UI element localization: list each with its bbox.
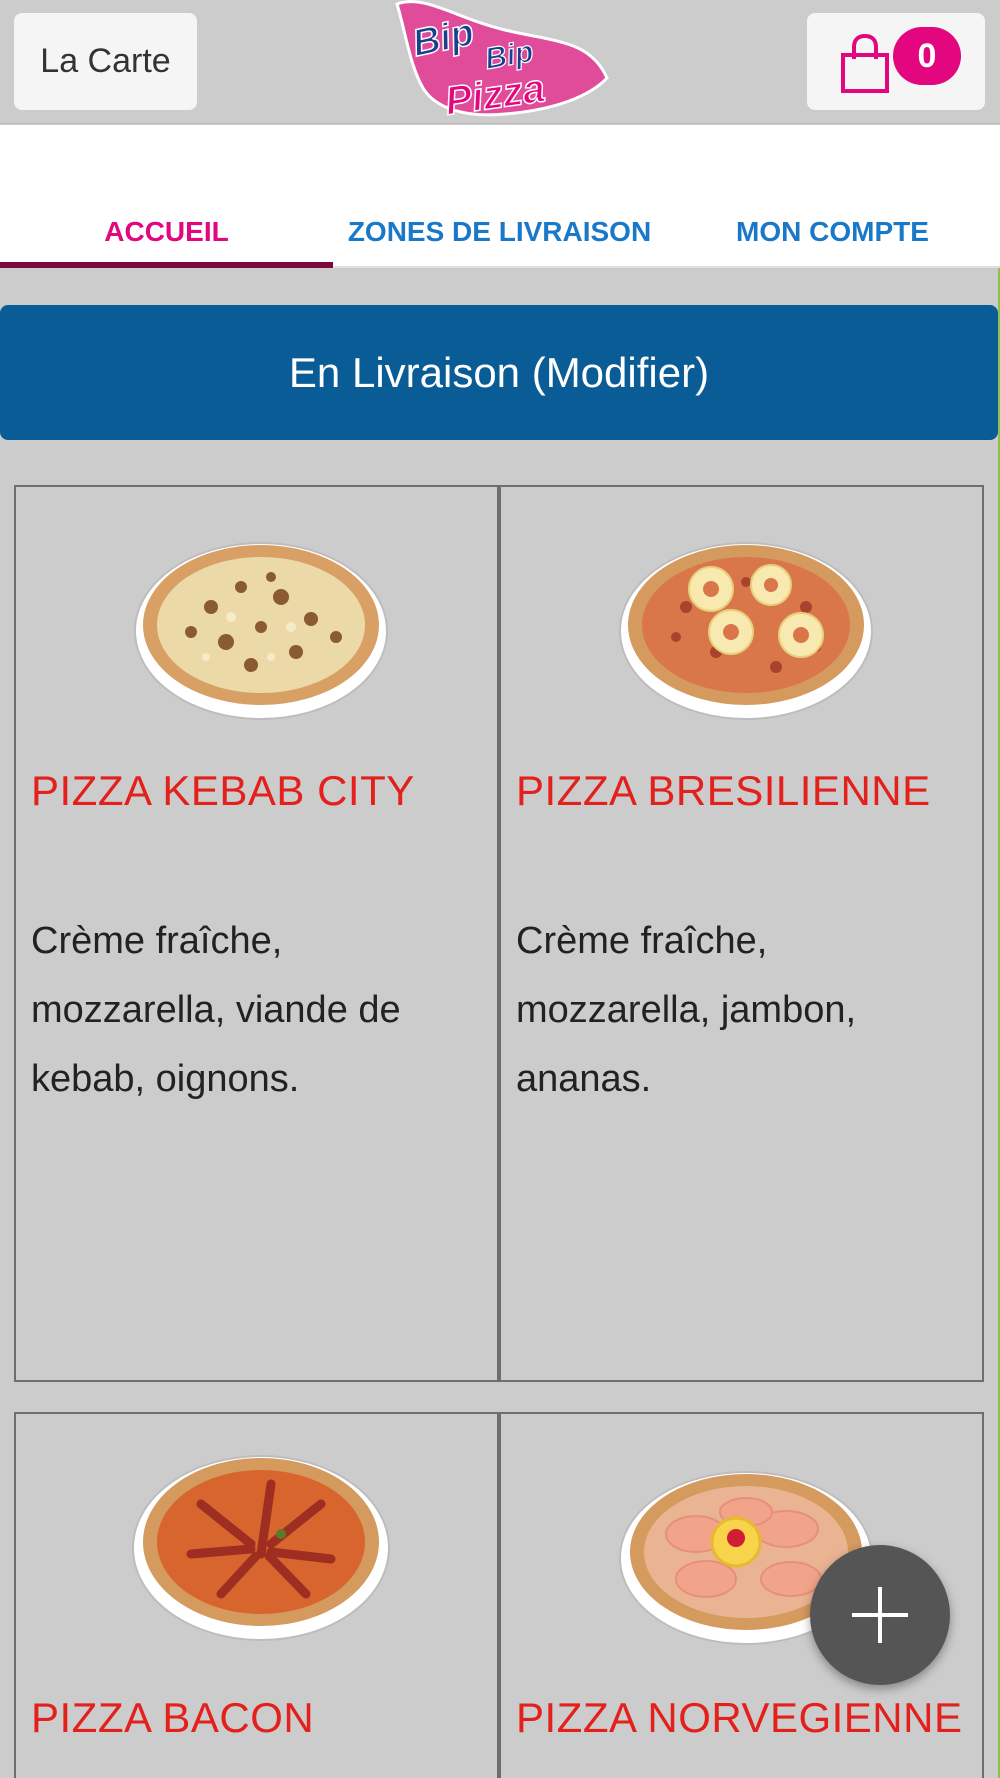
product-title: PIZZA NORVEGIENNE	[516, 1694, 963, 1741]
cart-count-badge: 0	[893, 27, 961, 85]
product-description: Crème fraîche, mozzarella, viande de keb…	[31, 920, 401, 1100]
tab-zones-de-livraison[interactable]: ZONES DE LIVRAISON	[333, 200, 666, 266]
product-title: PIZZA KEBAB CITY	[31, 767, 415, 814]
product-card[interactable]: PIZZA KEBAB CITY Crème fraîche, mozzarel…	[14, 485, 499, 1382]
menu-button[interactable]: La Carte	[14, 13, 197, 110]
main-tabs: ACCUEIL ZONES DE LIVRAISON MON COMPTE	[0, 200, 1000, 268]
bip-bip-pizza-logo[interactable]: Bip Bip Pizza	[385, 0, 615, 124]
plus-icon	[852, 1587, 908, 1643]
shopping-bag-icon	[841, 33, 889, 93]
menu-button-label: La Carte	[40, 42, 171, 80]
tab-mon-compte[interactable]: MON COMPTE	[666, 200, 999, 266]
product-description: Crème fraîche, mozzarella, jambon, anana…	[516, 920, 857, 1100]
top-bar: La Carte Bip Bip Pizza 0	[0, 0, 1000, 124]
tab-accueil[interactable]: ACCUEIL	[0, 200, 333, 268]
add-fab-button[interactable]	[810, 1545, 950, 1685]
product-title: PIZZA BACON	[31, 1694, 315, 1741]
pizza-bresilienne-image	[619, 542, 873, 720]
product-title: PIZZA BRESILIENNE	[516, 767, 931, 814]
pizza-kebab-image	[134, 542, 388, 720]
product-card[interactable]: PIZZA BRESILIENNE Crème fraîche, mozzare…	[499, 485, 984, 1382]
pizza-bacon-image	[132, 1455, 390, 1641]
delivery-mode-button[interactable]: En Livraison (Modifier)	[0, 305, 998, 440]
product-card[interactable]: PIZZA BACON	[14, 1412, 499, 1778]
cart-button[interactable]: 0	[807, 13, 985, 110]
